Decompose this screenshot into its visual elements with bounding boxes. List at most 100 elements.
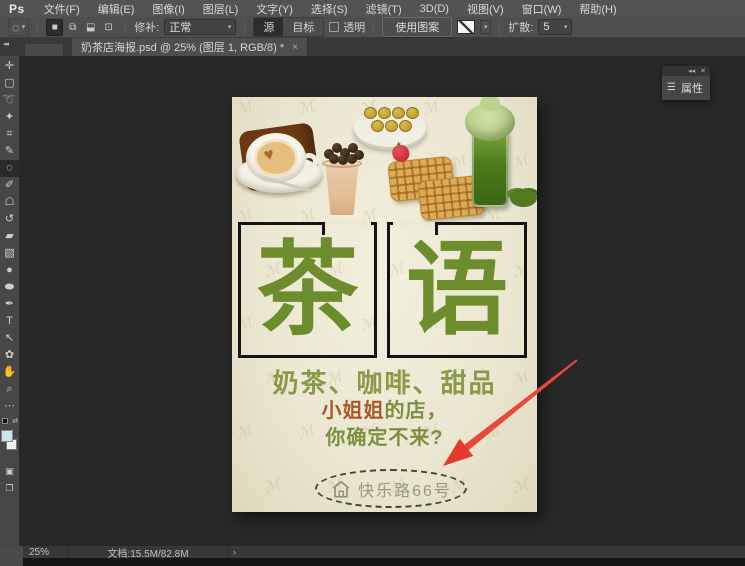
patch-tool[interactable]: ◌ — [0, 160, 19, 177]
matcha-powder-image — [510, 189, 537, 207]
menu-items: 文件(F)编辑(E)图像(I)图层(L)文字(Y)选择(S)滤镜(T)3D(D)… — [35, 0, 626, 17]
menu-edit[interactable]: 编辑(E) — [89, 0, 144, 17]
slogan-line2: 小姐姐的店， — [232, 394, 537, 423]
house-icon — [330, 479, 352, 499]
divider — [37, 20, 38, 35]
address-text: 快乐路66号 — [358, 477, 452, 501]
source-button[interactable]: 源 — [254, 18, 283, 36]
default-colors-icon[interactable] — [2, 418, 8, 424]
mode-add-selection[interactable]: ⧉ — [64, 19, 81, 36]
pattern-picker-dropdown[interactable]: ▾ — [480, 20, 491, 34]
toolbar-collapse-icon[interactable]: ◂◂ — [3, 40, 8, 48]
properties-label: 属性 — [681, 80, 703, 96]
menu-3d[interactable]: 3D(D) — [411, 0, 458, 17]
path-selection-tool[interactable]: ↖ — [0, 330, 19, 347]
divider — [373, 20, 374, 35]
shape-tool[interactable]: ✿ — [0, 347, 19, 364]
close-tab-icon[interactable]: × — [292, 42, 298, 53]
status-expand-icon[interactable]: › — [233, 547, 236, 557]
tool-list: ✛▢➰✦⌗✎◌✐☖↺▰▧●⬬✒T↖✿✋⌕⋯ — [0, 58, 19, 415]
zoom-level-field[interactable]: 25% — [29, 547, 67, 558]
tea-character: 茶 — [257, 239, 359, 341]
menu-file[interactable]: 文件(F) — [35, 0, 89, 17]
dessert-balls-image — [360, 105, 422, 133]
bubble-tea-pearls — [320, 141, 366, 163]
patch-tool-icon: ◌ — [12, 21, 20, 34]
tools-panel: ✛▢➰✦⌗✎◌✐☖↺▰▧●⬬✒T↖✿✋⌕⋯ ⇄ ▣❐ — [0, 56, 19, 546]
menu-filter[interactable]: 滤镜(T) — [357, 0, 411, 17]
chevron-down-icon: ▾ — [484, 23, 488, 31]
mode-new-selection[interactable]: ■ — [46, 19, 63, 36]
foreground-color-swatch[interactable] — [1, 430, 13, 442]
crop-tool[interactable]: ⌗ — [0, 126, 19, 143]
patch-label: 修补: — [134, 19, 159, 35]
type-tool[interactable]: T — [0, 313, 19, 330]
strawberry-leaf: ✦ — [395, 140, 403, 150]
pattern-swatch[interactable] — [457, 20, 475, 34]
quick-selection-tool[interactable]: ✦ — [0, 109, 19, 126]
edit-toolbar-button[interactable]: ⋯ — [0, 398, 19, 415]
document-size-field: 文档:15.5M/82.8M — [67, 546, 229, 558]
menu-view[interactable]: 视图(V) — [458, 0, 513, 17]
menu-layer[interactable]: 图层(L) — [194, 0, 247, 17]
slogan-line3: 你确定不来? — [232, 421, 537, 450]
eyedropper-tool[interactable]: ✎ — [0, 143, 19, 160]
mode-intersect-selection[interactable]: ⊡ — [100, 19, 117, 36]
history-brush-tool[interactable]: ↺ — [0, 211, 19, 228]
use-pattern-button[interactable]: 使用图案 — [382, 17, 452, 37]
swap-colors-icon[interactable]: ⇄ — [12, 417, 18, 425]
document-tab[interactable]: 奶茶店海报.psd @ 25% (图层 1, RGB/8) * × — [72, 38, 308, 56]
address-selection-marquee[interactable]: 快乐路66号 — [315, 469, 467, 508]
transparent-option[interactable]: 透明 — [329, 19, 365, 35]
gradient-tool[interactable]: ▧ — [0, 245, 19, 262]
screen-mode-button[interactable]: ❐ — [0, 480, 19, 497]
color-control: ⇄ — [0, 417, 19, 463]
window-bottom-edge — [23, 558, 745, 566]
selection-mode-group: ■⧉⬓⊡ — [46, 19, 117, 36]
dodge-tool[interactable]: ⬬ — [0, 279, 19, 296]
mode-subtract-selection[interactable]: ⬓ — [82, 19, 99, 36]
blur-tool[interactable]: ● — [0, 262, 19, 279]
quick-mask-button[interactable]: ▣ — [0, 463, 19, 480]
menu-type[interactable]: 文字(Y) — [247, 0, 302, 17]
collapse-panel-icon[interactable]: ◂◂ — [688, 68, 695, 75]
lasso-tool[interactable]: ➰ — [0, 92, 19, 109]
properties-panel-tab[interactable]: ☰ 属性 — [662, 76, 710, 100]
diffusion-input[interactable]: 5 ▾ — [538, 19, 572, 35]
zoom-tool[interactable]: ⌕ — [0, 381, 19, 398]
document-canvas[interactable]: ℳℳℳℳℳℳℳℳℳℳℳℳℳℳℳℳℳℳℳℳℳℳℳℳℳℳℳℳℳℳℳℳℳℳℳℳℳℳℳℳ… — [232, 97, 537, 512]
eraser-tool[interactable]: ▰ — [0, 228, 19, 245]
divider — [244, 20, 245, 35]
document-tab-bar: ◂◂ 奶茶店海报.psd @ 25% (图层 1, RGB/8) * × — [0, 38, 745, 56]
divider — [499, 20, 500, 35]
language-character: 语 — [406, 239, 508, 341]
transparent-checkbox[interactable] — [329, 22, 339, 32]
tool-preset-picker[interactable]: ◌ ▾ — [8, 19, 29, 36]
menu-help[interactable]: 帮助(H) — [570, 0, 625, 17]
properties-icon: ☰ — [667, 83, 676, 93]
destination-button[interactable]: 目标 — [283, 18, 323, 36]
tea-character-frame: 茶 — [238, 222, 377, 358]
properties-panel-header: ◂◂ ✕ — [662, 66, 710, 76]
brush-tool[interactable]: ✐ — [0, 177, 19, 194]
menu-select[interactable]: 选择(S) — [302, 0, 357, 17]
latte-foam — [254, 139, 298, 177]
divider — [125, 20, 126, 35]
move-tool[interactable]: ✛ — [0, 58, 19, 75]
patch-mode-select[interactable]: 正常 ▾ — [164, 19, 236, 35]
menu-bar: Ps 文件(F)编辑(E)图像(I)图层(L)文字(Y)选择(S)滤镜(T)3D… — [0, 0, 745, 17]
menu-image[interactable]: 图像(I) — [143, 0, 193, 17]
status-corner — [0, 546, 23, 566]
close-panel-icon[interactable]: ✕ — [700, 68, 706, 75]
chevron-down-icon: ▾ — [22, 23, 26, 31]
tool-options-bar: ◌ ▾ ■⧉⬓⊡ 修补: 正常 ▾ 源 目标 透明 使用图案 ▾ 扩散: 5 ▾ — [0, 17, 745, 38]
clone-stamp-tool[interactable]: ☖ — [0, 194, 19, 211]
pen-tool[interactable]: ✒ — [0, 296, 19, 313]
hand-tool[interactable]: ✋ — [0, 364, 19, 381]
menu-window[interactable]: 窗口(W) — [513, 0, 571, 17]
matcha-cream-dollop — [480, 97, 500, 111]
marquee-tool[interactable]: ▢ — [0, 75, 19, 92]
diffusion-label: 扩散: — [508, 19, 533, 35]
properties-panel: ◂◂ ✕ ☰ 属性 — [662, 66, 710, 100]
language-character-frame: 语 — [387, 222, 527, 358]
